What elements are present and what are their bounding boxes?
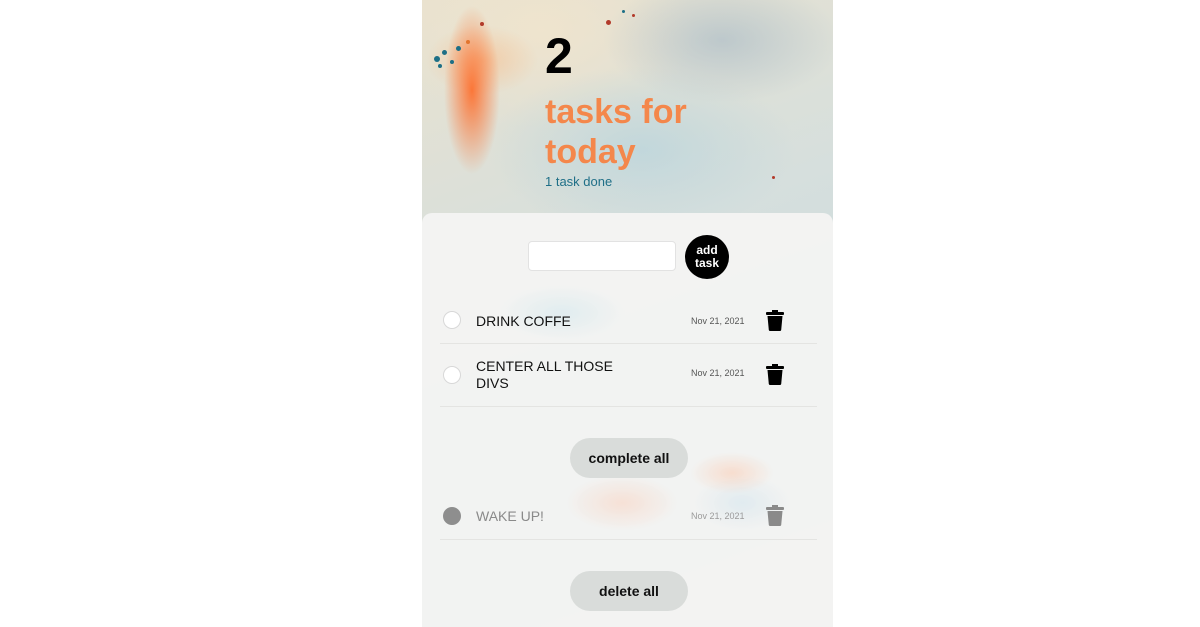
completed-task-list: WAKE UP! Nov 21, 2021 bbox=[440, 495, 817, 540]
task-date: Nov 21, 2021 bbox=[691, 316, 745, 326]
circle-checkbox-icon[interactable] bbox=[443, 311, 461, 329]
trash-icon[interactable] bbox=[766, 505, 784, 526]
task-text: WAKE UP! bbox=[476, 508, 544, 524]
add-task-form: add task bbox=[422, 235, 833, 279]
task-count: 2 bbox=[545, 28, 573, 84]
trash-icon[interactable] bbox=[766, 310, 784, 331]
header: 2 tasks for today 1 task done bbox=[545, 28, 805, 189]
page-subtitle: tasks for today bbox=[545, 93, 687, 171]
tasks-done-count: 1 task done bbox=[545, 174, 613, 189]
task-input[interactable] bbox=[528, 241, 676, 271]
task-row: CENTER ALL THOSE DIVS Nov 21, 2021 bbox=[440, 344, 817, 407]
add-task-button[interactable]: add task bbox=[685, 235, 729, 279]
trash-icon[interactable] bbox=[766, 364, 784, 385]
task-list: DRINK COFFE Nov 21, 2021 CENTER ALL THOS… bbox=[440, 297, 817, 407]
complete-all-button[interactable]: complete all bbox=[570, 438, 688, 478]
add-task-button-label: add task bbox=[694, 243, 720, 270]
task-date: Nov 21, 2021 bbox=[691, 368, 745, 378]
circle-checkbox-icon[interactable] bbox=[443, 507, 461, 525]
task-text: DRINK COFFE bbox=[476, 313, 571, 329]
task-row: WAKE UP! Nov 21, 2021 bbox=[440, 495, 817, 540]
task-date: Nov 21, 2021 bbox=[691, 511, 745, 521]
task-text: CENTER ALL THOSE DIVS bbox=[476, 358, 613, 391]
tasks-panel: add task DRINK COFFE Nov 21, 2021 CENTER… bbox=[422, 213, 833, 627]
todo-app: 2 tasks for today 1 task done add task D… bbox=[422, 0, 833, 627]
task-row: DRINK COFFE Nov 21, 2021 bbox=[440, 297, 817, 344]
delete-all-button[interactable]: delete all bbox=[570, 571, 688, 611]
circle-checkbox-icon[interactable] bbox=[443, 366, 461, 384]
